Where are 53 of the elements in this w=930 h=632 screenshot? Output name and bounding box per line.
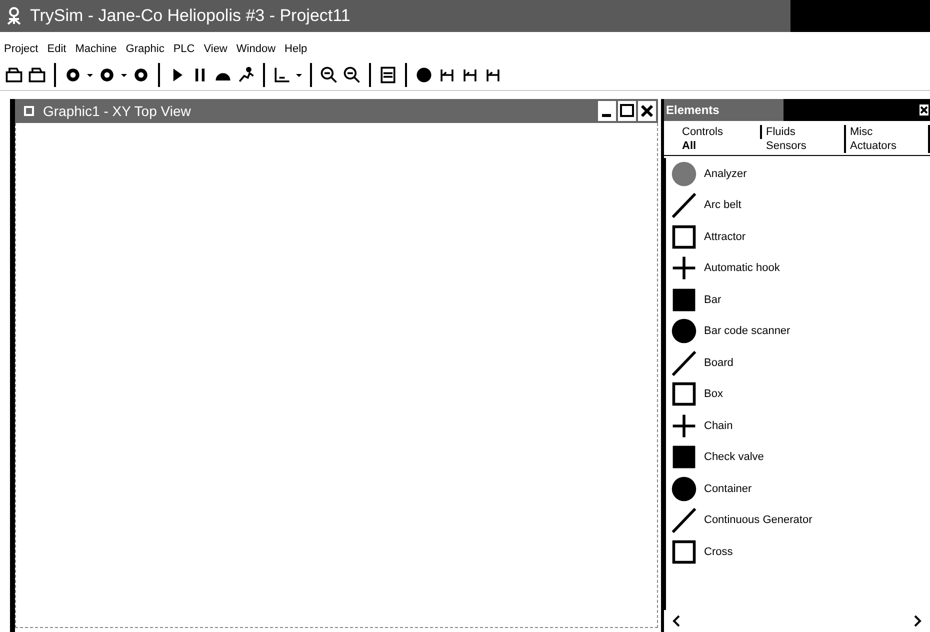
minimize-icon[interactable] (598, 101, 616, 121)
element-label[interactable]: Chain (704, 420, 733, 432)
tab[interactable]: Fluids (762, 125, 846, 139)
folder-icon[interactable] (4, 65, 24, 85)
element-label[interactable]: Bar code scanner (704, 325, 790, 338)
element-icon (670, 538, 698, 566)
element-label[interactable]: Cross (704, 546, 733, 558)
menu-item[interactable]: Edit (47, 43, 66, 55)
element-label[interactable]: Automatic hook (704, 262, 780, 274)
menu-item[interactable]: Window (236, 43, 276, 55)
element-label[interactable]: Box (704, 388, 723, 400)
menu-item[interactable]: Project (4, 43, 38, 55)
scroll-right-icon[interactable] (912, 614, 922, 628)
tab[interactable]: All (678, 139, 762, 153)
monitor-icon[interactable] (378, 65, 398, 85)
element-label[interactable]: Continuous Generator (704, 514, 812, 526)
menu-item[interactable]: PLC (173, 43, 195, 55)
element-label[interactable]: Bar (704, 294, 722, 306)
tab[interactable]: Actuators (846, 139, 930, 153)
element-icon (670, 474, 698, 503)
runner-icon[interactable] (236, 65, 256, 85)
element-label[interactable]: Check valve (704, 451, 764, 464)
element-icon (670, 317, 698, 346)
graphic-window-title: Graphic1 - XY Top View (43, 103, 192, 119)
element-label[interactable]: Arc belt (704, 199, 742, 212)
menu-item[interactable]: View (204, 43, 228, 55)
zoom-icon[interactable] (342, 65, 362, 85)
panel-title: Elements (666, 103, 720, 117)
menu-item[interactable]: Help (284, 43, 308, 55)
tab[interactable]: Sensors (762, 139, 846, 153)
tab[interactable]: Controls (678, 125, 762, 139)
element-icon (670, 191, 698, 220)
element-icon (670, 222, 698, 251)
close-icon[interactable] (918, 103, 930, 117)
element-icon (670, 348, 698, 377)
menu-item[interactable]: Machine (75, 43, 117, 55)
element-icon (670, 160, 698, 188)
element-label[interactable]: Board (704, 356, 734, 369)
zoom-icon[interactable] (319, 65, 339, 85)
close-icon[interactable] (638, 101, 656, 121)
tab[interactable]: Misc (846, 125, 930, 139)
element-label[interactable]: Analyzer (704, 168, 747, 180)
menu-item[interactable]: Graphic (126, 43, 164, 55)
scroll-left-icon[interactable] (672, 614, 682, 628)
maximize-icon[interactable] (618, 101, 636, 121)
element-label[interactable]: Attractor (704, 230, 746, 243)
window-title: TrySim - Jane-Co Heliopolis #3 - Project11 (30, 6, 350, 26)
element-label[interactable]: Container (704, 482, 752, 495)
axis-icon[interactable] (272, 65, 292, 85)
window-icon (23, 105, 35, 117)
folder-icon[interactable] (27, 65, 47, 85)
element-icon (670, 506, 698, 534)
element-icon (670, 380, 698, 408)
